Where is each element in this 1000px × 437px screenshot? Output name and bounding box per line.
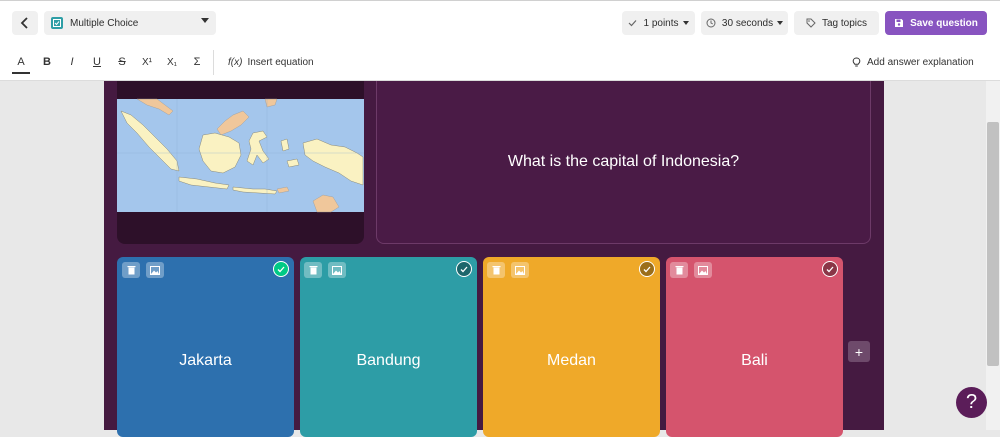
- bold-icon: B: [43, 56, 51, 68]
- help-button[interactable]: ?: [956, 387, 987, 418]
- save-icon: [895, 19, 904, 27]
- superscript-icon: X¹: [142, 56, 152, 68]
- function-icon: f(x): [228, 56, 243, 68]
- question-type-label: Multiple Choice: [70, 17, 139, 29]
- text-color-button[interactable]: A: [12, 52, 30, 74]
- mark-correct-check-icon[interactable]: [822, 261, 838, 277]
- answer-label: Bali: [741, 352, 768, 369]
- save-question-label: Save question: [910, 17, 978, 29]
- question-text-box[interactable]: What is the capital of Indonesia?: [376, 81, 871, 244]
- checkbox-type-icon: [51, 17, 63, 29]
- timer-dropdown[interactable]: 30 seconds: [701, 11, 788, 35]
- bold-button[interactable]: B: [38, 52, 56, 72]
- image-icon[interactable]: [146, 262, 164, 278]
- add-option-button[interactable]: +: [848, 341, 870, 362]
- answer-card-3[interactable]: Medan: [483, 257, 660, 437]
- toolbar-divider: [213, 50, 214, 75]
- answer-card-1[interactable]: Jakarta: [117, 257, 294, 437]
- tag-icon: [806, 18, 816, 28]
- insert-equation-label: Insert equation: [247, 56, 314, 68]
- chevron-left-icon: [20, 17, 28, 29]
- image-icon[interactable]: [511, 262, 529, 278]
- check-icon: [629, 20, 637, 27]
- answer-label: Jakarta: [179, 352, 232, 369]
- image-icon[interactable]: [694, 262, 712, 278]
- help-icon: ?: [965, 391, 978, 413]
- timer-label: 30 seconds: [721, 17, 774, 29]
- delete-icon[interactable]: [670, 262, 688, 278]
- mark-correct-check-icon[interactable]: [456, 261, 472, 277]
- caret-down-icon: [201, 18, 209, 23]
- top-bar: Multiple Choice 1 points 30 seconds Tag …: [0, 0, 1000, 44]
- caret-down-icon: [682, 21, 689, 25]
- points-label: 1 points: [643, 17, 679, 29]
- strikethrough-icon: S: [118, 56, 126, 68]
- text-color-icon: A: [17, 56, 25, 68]
- tag-topics-button[interactable]: Tag topics: [794, 11, 879, 35]
- subscript-button[interactable]: X₁: [162, 52, 182, 72]
- lightbulb-icon: [852, 56, 861, 66]
- question-text: What is the capital of Indonesia?: [507, 153, 740, 170]
- answer-card-2[interactable]: Bandung: [300, 257, 477, 437]
- question-type-dropdown[interactable]: Multiple Choice: [44, 11, 216, 35]
- insert-equation-button[interactable]: f(x) Insert equation: [228, 52, 320, 72]
- underline-icon: U: [93, 56, 101, 68]
- formatting-toolbar: A B I U S X¹ X₁ Σ f(x) Insert equation A…: [0, 44, 1000, 81]
- correct-answer-check-icon[interactable]: [273, 261, 289, 277]
- clock-icon: [706, 18, 716, 28]
- italic-icon: I: [70, 56, 74, 68]
- italic-button[interactable]: I: [63, 52, 81, 72]
- points-dropdown[interactable]: 1 points: [622, 11, 695, 35]
- sigma-icon: Σ: [193, 56, 201, 68]
- delete-icon[interactable]: [122, 262, 140, 278]
- answer-label: Bandung: [356, 352, 421, 369]
- save-question-button[interactable]: Save question: [885, 11, 987, 35]
- caret-down-icon: [777, 21, 784, 25]
- tag-topics-label: Tag topics: [821, 17, 868, 29]
- answer-card-4[interactable]: Bali: [666, 257, 843, 437]
- add-answer-explanation-button[interactable]: Add answer explanation: [852, 52, 982, 72]
- image-icon[interactable]: [328, 262, 346, 278]
- back-button[interactable]: [12, 11, 38, 35]
- plus-icon: +: [854, 343, 864, 360]
- strikethrough-button[interactable]: S: [113, 52, 131, 72]
- delete-icon[interactable]: [487, 262, 505, 278]
- underline-button[interactable]: U: [88, 52, 106, 72]
- superscript-button[interactable]: X¹: [137, 52, 157, 72]
- subscript-icon: X₁: [166, 56, 178, 68]
- delete-icon[interactable]: [304, 262, 322, 278]
- add-explanation-label: Add answer explanation: [867, 56, 974, 68]
- question-image[interactable]: [117, 81, 364, 244]
- mark-correct-check-icon[interactable]: [639, 261, 655, 277]
- indonesia-map-image: [117, 98, 364, 213]
- symbols-button[interactable]: Σ: [188, 52, 206, 72]
- scrollbar-thumb[interactable]: [987, 122, 999, 366]
- answer-label: Medan: [547, 352, 596, 369]
